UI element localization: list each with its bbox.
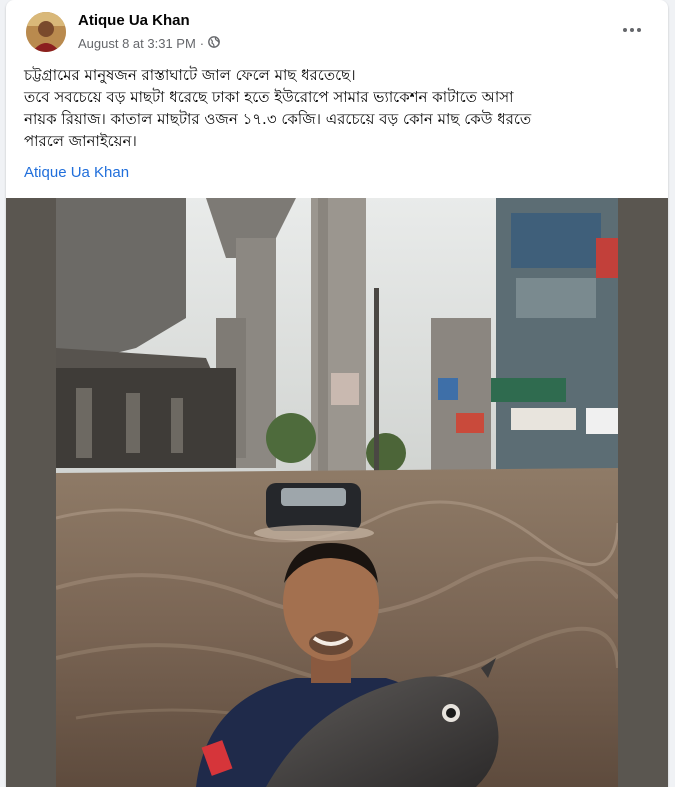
post-photo-frame[interactable] (6, 198, 668, 787)
globe-icon (208, 36, 221, 51)
post-text-line: চট্টগ্রামের মানুষজন রাস্তাঘাটে জাল ফেলে … (24, 66, 356, 84)
flooded-street-photo (56, 198, 618, 787)
more-options-icon[interactable] (614, 18, 650, 42)
author-avatar[interactable] (26, 12, 66, 52)
post-text: চট্টগ্রামের মানুষজন রাস্তাঘাটে জাল ফেলে … (24, 64, 654, 152)
avatar-image (26, 12, 66, 52)
author-name[interactable]: Atique Ua Khan (78, 12, 190, 29)
post-photo[interactable] (56, 198, 618, 787)
post-text-line: তবে সবচেয়ে বড় মাছটা ধরেছে ঢাকা হতে ইউর… (24, 88, 514, 106)
post-timestamp[interactable]: August 8 at 3:31 PM (78, 36, 196, 51)
signature-link[interactable]: Atique Ua Khan (24, 164, 129, 181)
post-card: Atique Ua Khan August 8 at 3:31 PM · চট্… (6, 0, 668, 787)
meta-separator: · (199, 36, 205, 51)
post-meta: August 8 at 3:31 PM · (78, 36, 221, 51)
post-text-line: নায়ক রিয়াজ। কাতাল মাছটার ওজন ১৭.৩ কেজি… (24, 110, 532, 128)
post-header: Atique Ua Khan August 8 at 3:31 PM · (6, 0, 668, 60)
post-text-line: পারলে জানাইয়েন। (24, 132, 137, 150)
